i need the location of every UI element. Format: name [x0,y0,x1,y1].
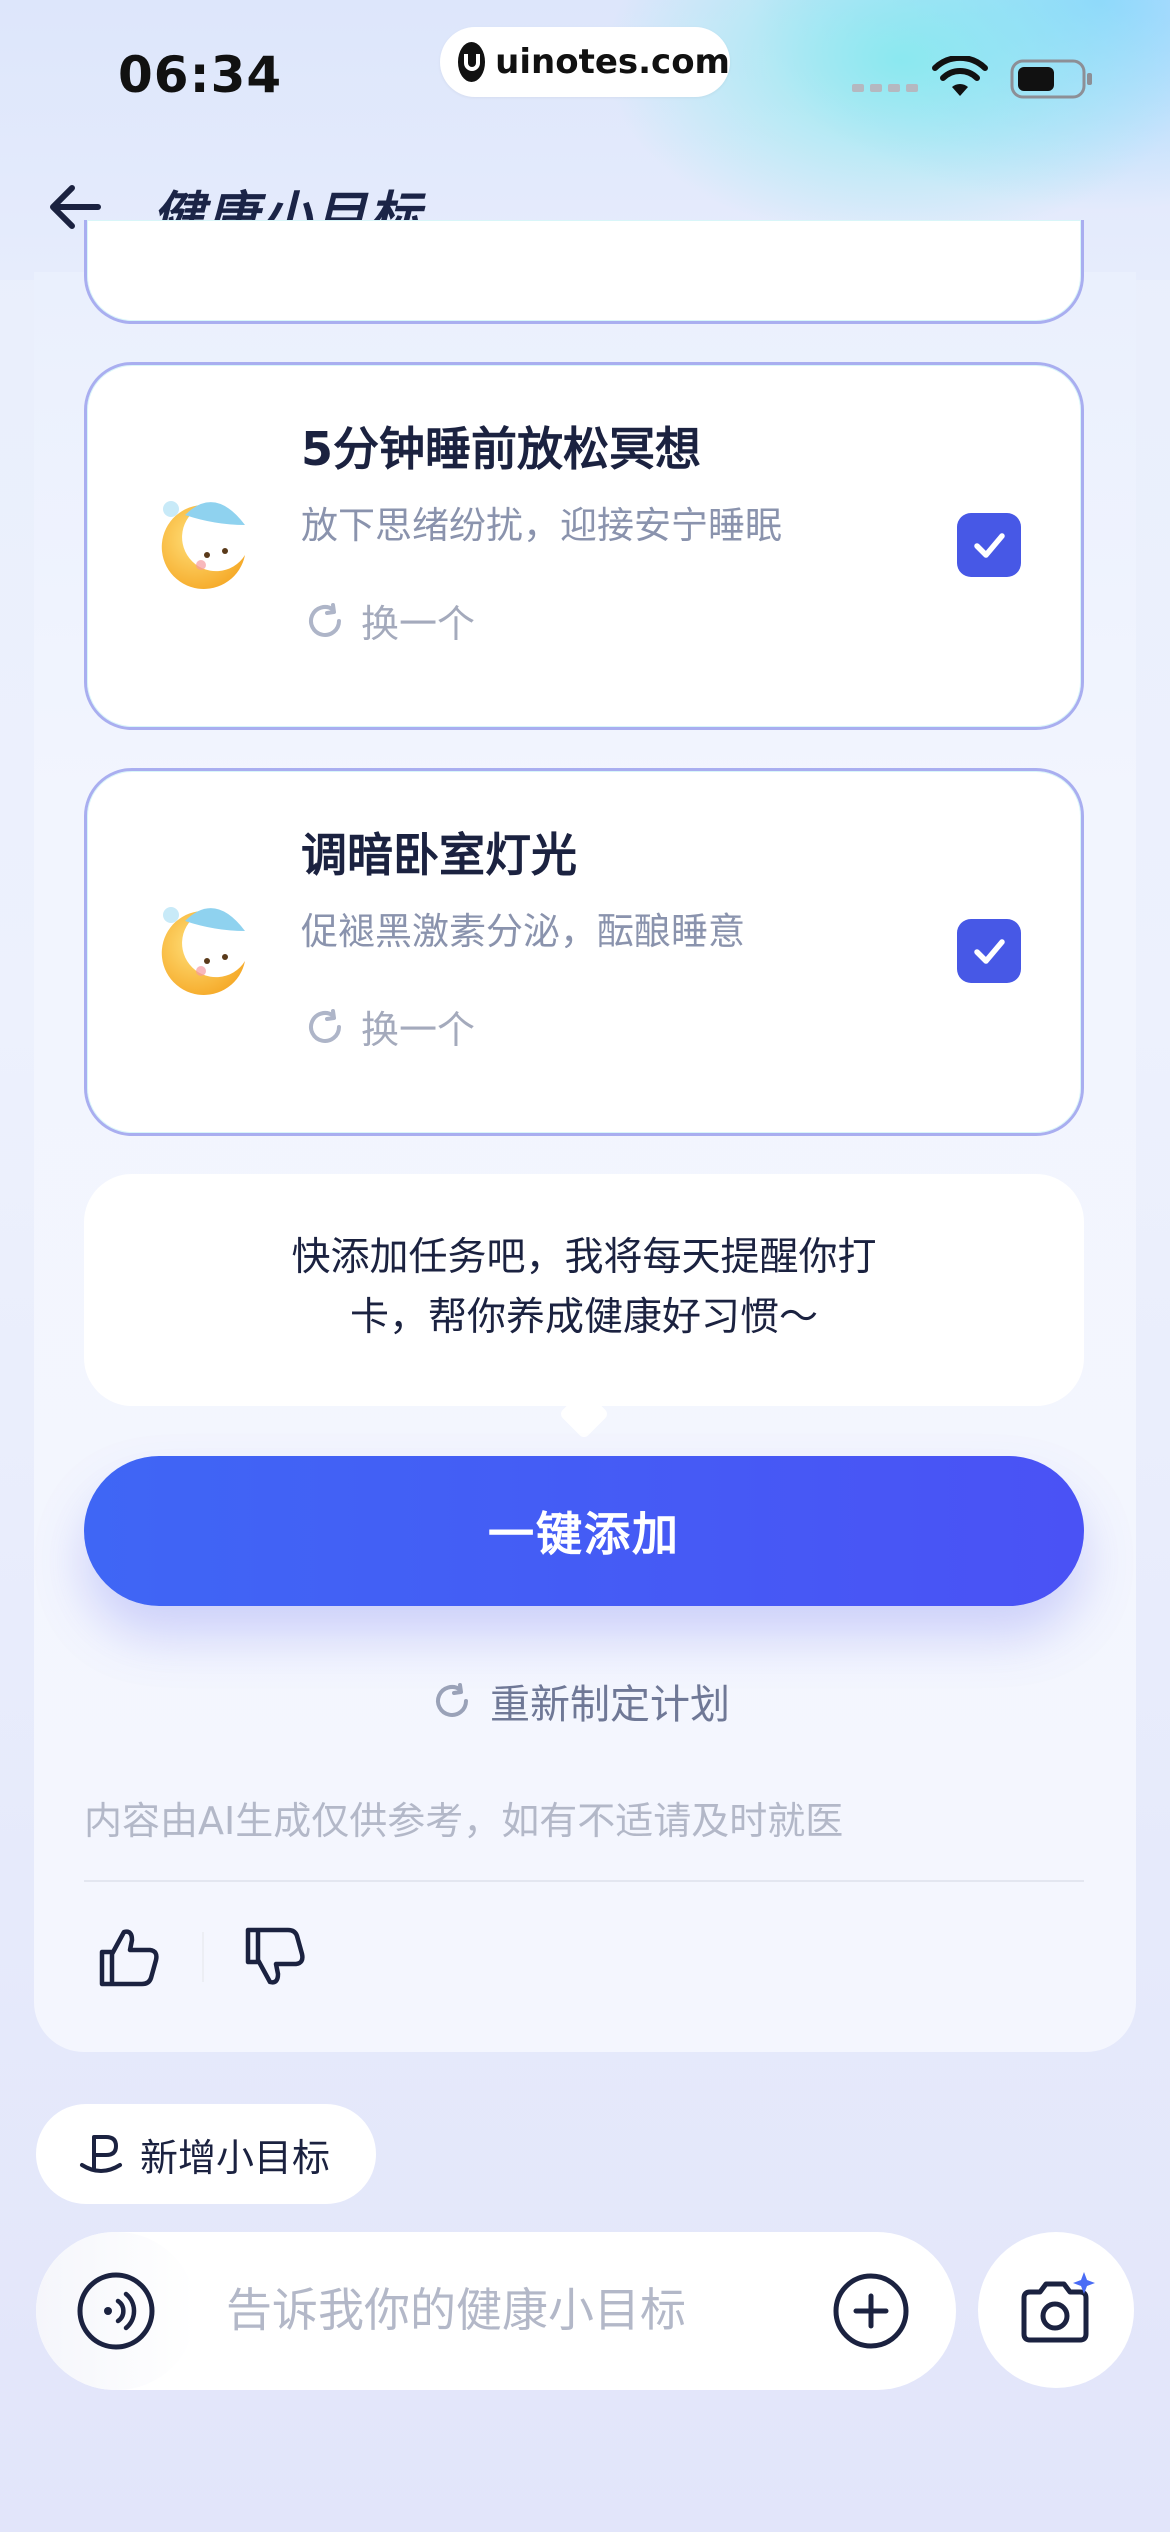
goal-input[interactable] [226,2270,786,2350]
checkmark-icon [974,939,1005,964]
replan-label: 重新制定计划 [490,1682,730,1728]
divider [84,1880,1084,1882]
reminder-bubble: 快添加任务吧，我将每天提醒你打 卡，帮你养成健康好习惯～ [84,1174,1084,1406]
refresh-icon [436,1683,468,1717]
voice-icon [77,2272,155,2350]
new-goal-button[interactable]: 新增小目标 [36,2104,376,2204]
task-description: 放下思绪纷扰，迎接安宁睡眠 [301,504,782,547]
bubble-line-2: 卡，帮你养成健康好习惯～ [349,1295,818,1340]
task-description: 促褪黑激素分泌，酝酿睡意 [301,910,745,953]
refresh-icon [309,1008,341,1043]
task-card[interactable]: 5分钟睡前放松冥想 放下思绪纷扰，迎接安宁睡眠 换一个 [84,362,1084,730]
url-text: uinotes.com [495,42,730,82]
status-time: 06:34 [118,46,283,104]
swap-task-label: 换一个 [361,602,476,646]
bubble-line-1: 快添加任务吧，我将每天提醒你打 [291,1235,877,1280]
thumbs-down-icon[interactable] [242,1924,308,1990]
feedback-separator [202,1932,204,1982]
task-title: 调暗卧室灯光 [301,828,577,882]
new-goal-icon [80,2135,122,2173]
swap-task-button[interactable]: 换一个 [305,593,475,648]
url-pill: uinotes.com [440,27,730,97]
new-goal-label: 新增小目标 [140,2135,331,2180]
task-checkbox[interactable] [957,919,1021,983]
battery-icon [1010,59,1092,99]
thumbs-up-icon[interactable] [96,1924,162,1990]
plus-icon[interactable] [832,2272,910,2350]
replan-button[interactable]: 重新制定计划 [432,1672,730,1730]
camera-button[interactable] [978,2232,1134,2388]
moon-sleep-icon [161,907,245,995]
checkmark-icon [974,533,1005,558]
wifi-icon [932,56,988,96]
cellular-signal-icon [852,84,918,92]
voice-input-button[interactable] [36,2232,196,2390]
refresh-icon [309,602,341,637]
task-card-partial [84,220,1084,324]
swap-task-button[interactable]: 换一个 [305,999,475,1054]
task-title: 5分钟睡前放松冥想 [301,422,702,476]
chat-input-bar [36,2232,956,2390]
add-all-button[interactable]: 一键添加 [84,1456,1084,1606]
moon-sleep-icon [161,501,245,589]
site-logo-icon [458,42,486,82]
task-card[interactable]: 调暗卧室灯光 促褪黑激素分泌，酝酿睡意 换一个 [84,768,1084,1136]
task-checkbox[interactable] [957,513,1021,577]
swap-task-label: 换一个 [361,1008,476,1052]
camera-icon [1021,2272,1095,2343]
ai-disclaimer: 内容由AI生成仅供参考，如有不适请及时就医 [84,1799,844,1843]
